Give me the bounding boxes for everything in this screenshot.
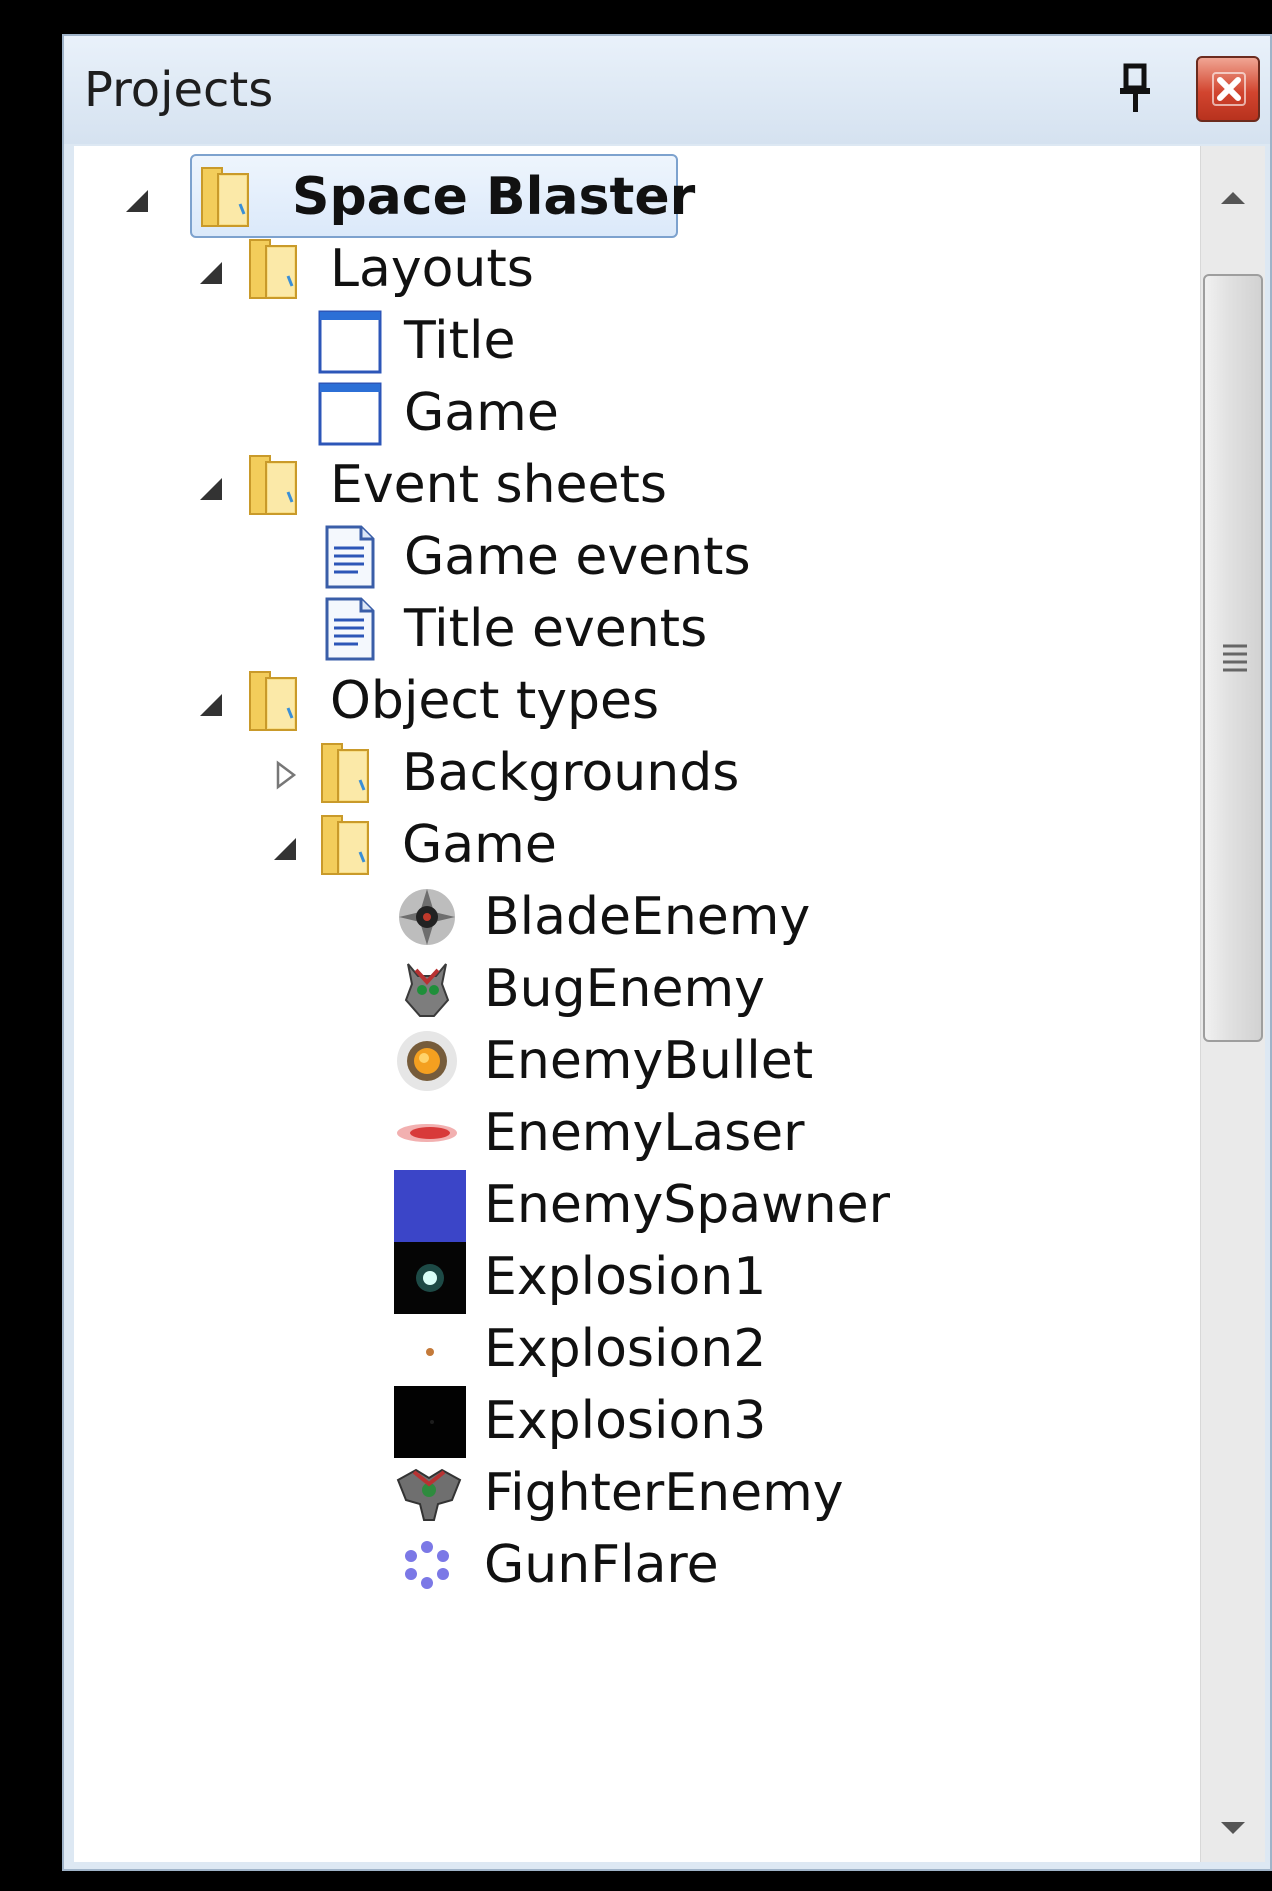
bug-enemy-sprite-icon <box>394 956 460 1026</box>
folder-icon <box>318 812 374 882</box>
collapse-arrow-icon[interactable] <box>270 834 300 864</box>
folder-icon <box>198 164 254 234</box>
fighter-enemy-sprite-icon <box>394 1460 464 1530</box>
expand-arrow-icon[interactable] <box>270 760 300 790</box>
folder-icon <box>246 236 302 306</box>
folder-icon <box>246 452 302 522</box>
enemy-laser-sprite-icon <box>394 1100 460 1170</box>
collapse-arrow-icon[interactable] <box>196 258 226 288</box>
layout-icon <box>318 310 382 378</box>
enemy-bullet-sprite-icon <box>394 1028 460 1098</box>
collapse-arrow-icon[interactable] <box>196 474 226 504</box>
panel-title: Projects <box>84 62 274 118</box>
event-sheet-icon <box>324 524 376 594</box>
scroll-up-arrow-icon[interactable] <box>1217 186 1249 210</box>
gun-flare-sprite-icon <box>394 1532 460 1602</box>
tree-item-label: GunFlare <box>484 1535 719 1595</box>
pin-icon[interactable] <box>1114 60 1158 120</box>
panel-titlebar: Projects <box>64 36 1270 144</box>
collapse-arrow-icon[interactable] <box>196 690 226 720</box>
project-tree: Space Blaster Layouts Title Game Event s… <box>74 146 1200 1862</box>
collapse-arrow-icon[interactable] <box>122 186 152 216</box>
layout-icon <box>318 382 382 450</box>
scroll-grip-icon <box>1223 644 1247 672</box>
projects-panel: Projects Space Blaster Layouts Title Gam… <box>62 34 1272 1871</box>
vertical-scrollbar[interactable] <box>1200 146 1265 1862</box>
scrollbar-thumb[interactable] <box>1203 274 1263 1042</box>
scroll-down-arrow-icon[interactable] <box>1217 1816 1249 1840</box>
blade-enemy-sprite-icon <box>394 884 460 954</box>
event-sheet-icon <box>324 596 376 666</box>
tree-item-gun-flare[interactable]: GunFlare <box>394 1522 719 1608</box>
close-button[interactable] <box>1196 56 1260 122</box>
window-frame: Projects Space Blaster Layouts Title Gam… <box>0 0 1272 1891</box>
folder-icon <box>246 668 302 738</box>
close-icon <box>1212 72 1246 106</box>
folder-icon <box>318 740 374 810</box>
